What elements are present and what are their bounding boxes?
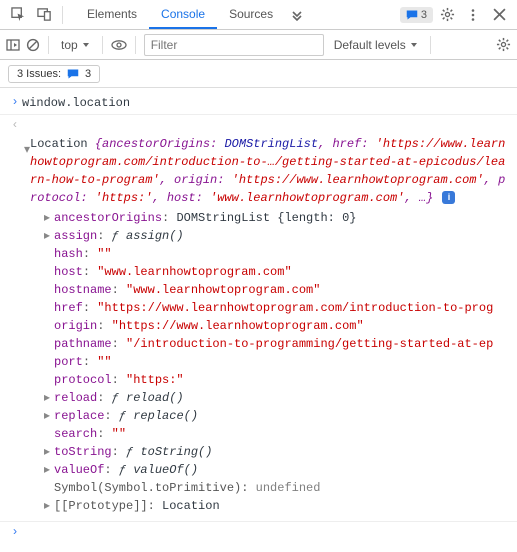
- prop-port[interactable]: port: "": [44, 353, 517, 371]
- levels-label: Default levels: [334, 38, 406, 52]
- divider: [48, 36, 49, 54]
- divider: [135, 36, 136, 54]
- live-expression-icon[interactable]: [111, 39, 127, 51]
- more-tabs-icon[interactable]: [287, 5, 307, 25]
- console-input-row[interactable]: › window.location: [0, 94, 517, 112]
- issues-count: 3: [85, 68, 91, 80]
- prop-symbol[interactable]: Symbol(Symbol.toPrimitive): undefined: [44, 479, 517, 497]
- divider: [430, 36, 431, 54]
- prop-valueOf[interactable]: ▸valueOf: ƒ valueOf(): [44, 461, 517, 479]
- command-text: window.location: [22, 94, 130, 112]
- devtools-topbar: Elements Console Sources 3: [0, 0, 517, 30]
- prop-host[interactable]: host: "www.learnhowtoprogram.com": [44, 263, 517, 281]
- prop-protocol[interactable]: protocol: "https:": [44, 371, 517, 389]
- issues-label: 3 Issues:: [17, 68, 61, 80]
- prop-replace[interactable]: ▸replace: ƒ replace(): [44, 407, 517, 425]
- prop-reload[interactable]: ▸reload: ƒ reload(): [44, 389, 517, 407]
- context-label: top: [61, 38, 78, 52]
- class-name: Location: [30, 137, 95, 151]
- tab-sources[interactable]: Sources: [217, 1, 285, 29]
- prop-origin[interactable]: origin: "https://www.learnhowtoprogram.c…: [44, 317, 517, 335]
- tab-console[interactable]: Console: [149, 1, 217, 29]
- close-icon[interactable]: [487, 3, 511, 27]
- console-output: › window.location ‹ Location {ancestorOr…: [0, 88, 517, 552]
- prompt-caret-icon: ›: [8, 524, 22, 542]
- prop-href[interactable]: href: "https://www.learnhowtoprogram.com…: [44, 299, 517, 317]
- messages-count: 3: [421, 9, 427, 21]
- sidebar-toggle-icon[interactable]: [6, 38, 20, 52]
- context-selector[interactable]: top: [57, 36, 94, 54]
- console-settings-icon[interactable]: [496, 37, 511, 52]
- issues-button[interactable]: 3 Issues: 3: [8, 65, 100, 83]
- issues-bar: 3 Issues: 3: [0, 60, 517, 88]
- output-caret-icon: ‹: [8, 117, 22, 135]
- prop-prototype[interactable]: ▸[[Prototype]]: Location: [44, 497, 517, 515]
- tab-elements[interactable]: Elements: [75, 1, 149, 29]
- device-toggle-icon[interactable]: [32, 3, 56, 27]
- prop-ancestorOrigins[interactable]: ▸ancestorOrigins: DOMStringList {length:…: [44, 209, 517, 227]
- kebab-menu-icon[interactable]: [461, 3, 485, 27]
- expand-header-icon[interactable]: ▾: [24, 143, 30, 157]
- console-output-row[interactable]: ‹: [0, 117, 517, 135]
- filter-input[interactable]: [144, 34, 324, 56]
- divider: [102, 36, 103, 54]
- inspect-icon[interactable]: [6, 3, 30, 27]
- clear-console-icon[interactable]: [26, 38, 40, 52]
- prompt-caret-icon: ›: [8, 94, 22, 112]
- prop-hostname[interactable]: hostname: "www.learnhowtoprogram.com": [44, 281, 517, 299]
- messages-badge[interactable]: 3: [400, 7, 433, 23]
- object-header[interactable]: Location {ancestorOrigins: DOMStringList…: [0, 135, 517, 207]
- tab-strip: Elements Console Sources: [75, 1, 285, 29]
- prop-hash[interactable]: hash: "": [44, 245, 517, 263]
- console-prompt[interactable]: ›: [0, 524, 517, 542]
- object-properties: ▸ancestorOrigins: DOMStringList {length:…: [0, 209, 517, 515]
- divider: [62, 6, 63, 24]
- info-icon[interactable]: i: [442, 191, 455, 204]
- log-levels-selector[interactable]: Default levels: [330, 36, 422, 54]
- prop-pathname[interactable]: pathname: "/introduction-to-programming/…: [44, 335, 517, 353]
- prop-search[interactable]: search: "": [44, 425, 517, 443]
- prop-assign[interactable]: ▸assign: ƒ assign(): [44, 227, 517, 245]
- console-toolbar: top Default levels: [0, 30, 517, 60]
- settings-icon[interactable]: [435, 3, 459, 27]
- prop-toString[interactable]: ▸toString: ƒ toString(): [44, 443, 517, 461]
